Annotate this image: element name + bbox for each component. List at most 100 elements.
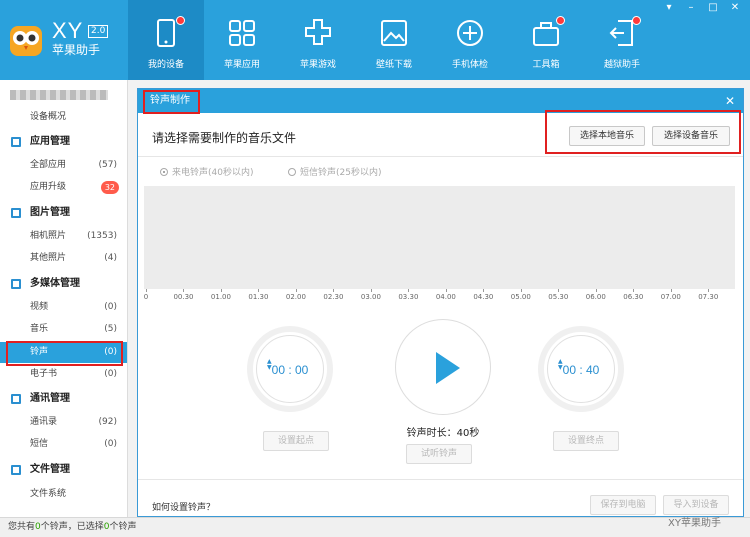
- nav-label: 越狱助手: [603, 60, 640, 70]
- nav-jailbreak[interactable]: 越狱助手: [584, 0, 660, 80]
- radio-label: 短信铃声(25秒以内): [300, 168, 382, 178]
- skin-icon[interactable]: ▾: [662, 2, 676, 14]
- sidebar-item-label: 视频: [30, 302, 49, 312]
- media-manage-icon: [11, 279, 21, 289]
- group-label: 文件管理: [30, 464, 70, 475]
- highlight-dialog-title: [143, 90, 200, 114]
- nav-apple-games[interactable]: 苹果游戏: [280, 0, 356, 80]
- ruler-tick: [146, 289, 147, 292]
- sidebar-item-other-pics[interactable]: 其他照片 (4): [0, 248, 127, 269]
- end-time-dial[interactable]: ▲ ▼ 00 : 40: [538, 326, 624, 412]
- divider: [138, 479, 743, 480]
- notification-dot: [556, 16, 565, 25]
- sidebar-item-label: 通讯录: [30, 417, 58, 427]
- nav-apple-apps[interactable]: 苹果应用: [204, 0, 280, 80]
- item-count: (5): [104, 324, 117, 334]
- sidebar-item-video[interactable]: 视频 (0): [0, 297, 127, 318]
- sidebar-item-sms[interactable]: 短信 (0): [0, 434, 127, 455]
- sidebar-item-label: 应用升级: [30, 182, 67, 192]
- nav-my-device[interactable]: 我的设备: [128, 0, 204, 80]
- item-count: (1353): [87, 231, 117, 241]
- radio-call-ringtone[interactable]: 来电铃声(40秒以内): [160, 165, 253, 178]
- nav-label: 工具箱: [532, 60, 560, 70]
- ruler-tick: [220, 289, 222, 292]
- maximize-icon[interactable]: □: [706, 2, 720, 14]
- ruler-label: 02.00: [285, 293, 306, 301]
- sidebar-item-filesystem[interactable]: 文件系统: [0, 484, 127, 505]
- ruler-tick: [520, 289, 522, 292]
- set-end-button[interactable]: 设置终点: [553, 431, 619, 451]
- ruler-label: 00.30: [173, 293, 194, 301]
- group-file-manage: 文件管理: [0, 459, 127, 481]
- sidebar-item-app-upgrade[interactable]: 应用升级 32: [0, 177, 127, 198]
- timeline-ruler: 0 00.30 01.00 01.30 02.00 02.30 03.00 03.30 04.0…: [144, 289, 735, 303]
- how-to-set-ringtone-link[interactable]: 如何设置铃声？: [152, 500, 215, 513]
- item-count: (0): [104, 302, 117, 312]
- group-pic-manage: 图片管理: [0, 202, 127, 224]
- minimize-icon[interactable]: –: [684, 2, 698, 14]
- ruler-label: 06.00: [585, 293, 606, 301]
- ruler-label: 01.00: [210, 293, 231, 301]
- radio-sms-ringtone[interactable]: 短信铃声(25秒以内): [288, 165, 381, 178]
- sidebar-item-label: 其他照片: [30, 253, 67, 263]
- sidebar-item-overview[interactable]: 设备概况: [0, 107, 127, 128]
- radio-dot-icon: [160, 168, 168, 176]
- nav-label: 苹果应用: [223, 60, 260, 70]
- dialog-heading: 请选择需要制作的音乐文件: [152, 131, 297, 145]
- sidebar-item-ebook[interactable]: 电子书 (0): [0, 364, 127, 385]
- apps-grid-icon: [229, 20, 255, 46]
- sidebar-item-camera[interactable]: 相机照片 (1353): [0, 226, 127, 247]
- play-icon: [436, 352, 460, 384]
- start-time-value: 00 : 00: [271, 363, 309, 377]
- top-bar: XY 2.0 苹果助手 我的设备 苹果应用 苹果游戏 壁纸下载 手机体检 工具箱…: [0, 0, 750, 80]
- preview-ringtone-button[interactable]: 试听铃声: [406, 444, 472, 464]
- close-icon[interactable]: ✕: [728, 2, 742, 14]
- set-start-button[interactable]: 设置起点: [263, 431, 329, 451]
- ringtone-duration: 铃声时长：40秒: [406, 428, 480, 439]
- sidebar-item-all-apps[interactable]: 全部应用 (57): [0, 155, 127, 176]
- sidebar-item-label: 短信: [30, 439, 49, 449]
- status-text: 个铃声，已选择: [40, 522, 104, 532]
- ruler-label: 0: [143, 293, 149, 301]
- group-media-manage: 多媒体管理: [0, 273, 127, 295]
- ruler-tick: [258, 289, 260, 292]
- ruler-label: 04.30: [473, 293, 494, 301]
- ruler-tick: [408, 289, 410, 292]
- sidebar-item-contacts[interactable]: 通讯录 (92): [0, 412, 127, 433]
- nav-wallpaper[interactable]: 壁纸下载: [356, 0, 432, 80]
- save-to-pc-button[interactable]: 保存到电脑: [590, 495, 656, 515]
- divider: [138, 156, 743, 157]
- brand: XY 2.0 苹果助手: [52, 20, 109, 58]
- ruler-label: 02.30: [323, 293, 344, 301]
- sidebar-item-label: 全部应用: [30, 160, 67, 170]
- play-button[interactable]: [395, 319, 491, 415]
- version-badge: 2.0: [88, 25, 109, 38]
- nav-phone-check[interactable]: 手机体检: [432, 0, 508, 80]
- status-text: 个铃声: [109, 522, 137, 532]
- highlight-ringtone: [6, 341, 123, 366]
- brand-name: 苹果助手: [52, 43, 101, 57]
- start-time-dial[interactable]: ▲ ▼ 00 : 00: [247, 326, 333, 412]
- ruler-label: 07.00: [660, 293, 681, 301]
- ruler-tick: [708, 289, 710, 292]
- watermark: XY苹果助手: [668, 518, 721, 529]
- picture-icon: [381, 20, 407, 46]
- group-comm-manage: 通讯管理: [0, 388, 127, 410]
- app-manage-icon: [11, 137, 21, 147]
- ruler-tick: [445, 289, 447, 292]
- nav-toolbox[interactable]: 工具箱: [508, 0, 584, 80]
- sidebar-item-music[interactable]: 音乐 (5): [0, 319, 127, 340]
- ruler-label: 04.00: [435, 293, 456, 301]
- close-icon[interactable]: ✕: [725, 92, 735, 110]
- radio-label: 来电铃声(40秒以内): [172, 168, 254, 178]
- radio-dot-icon: [288, 168, 296, 176]
- sidebar-item-label: 音乐: [30, 324, 49, 334]
- ruler-tick: [633, 289, 635, 292]
- ruler-tick: [370, 289, 372, 292]
- import-to-device-button[interactable]: 导入到设备: [663, 495, 729, 515]
- waveform-area[interactable]: [144, 186, 735, 289]
- ruler-tick: [183, 289, 185, 292]
- ruler-label: 05.00: [510, 293, 531, 301]
- group-app-manage: 应用管理: [0, 131, 127, 153]
- item-count: (4): [104, 253, 117, 263]
